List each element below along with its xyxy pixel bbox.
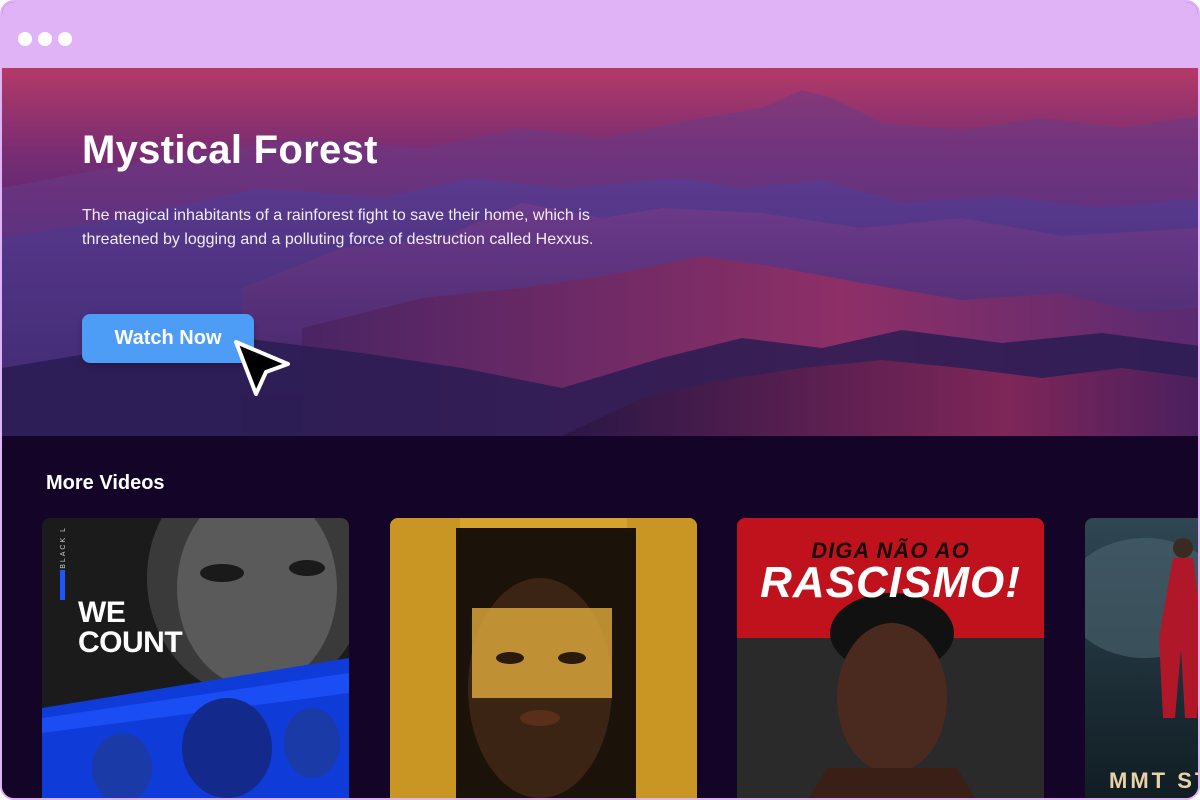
window-dot-icon[interactable] bbox=[58, 32, 72, 46]
video-card[interactable]: MMT STR bbox=[1085, 518, 1198, 798]
card-poster-title: RASCISMO! bbox=[760, 558, 1021, 607]
video-thumbnail-image bbox=[1085, 518, 1198, 798]
hero-description: The magical inhabitants of a rainforest … bbox=[82, 207, 594, 248]
window-dot-icon[interactable] bbox=[38, 32, 52, 46]
more-videos-section: More Videos BLACK L WE COUNT DIGA NÃO AO… bbox=[2, 436, 1198, 798]
window-dot-icon[interactable] bbox=[18, 32, 32, 46]
window-titlebar bbox=[2, 2, 1198, 68]
video-card[interactable]: BLACK L WE COUNT bbox=[42, 518, 349, 798]
hero-banner: Mystical Forest The magical inhabitants … bbox=[2, 68, 1198, 436]
card-side-text: BLACK L bbox=[60, 526, 67, 569]
watch-now-button[interactable]: Watch Now bbox=[82, 314, 254, 363]
video-card[interactable] bbox=[390, 518, 697, 798]
mouse-pointer-icon bbox=[234, 340, 290, 396]
video-thumbnail-image bbox=[390, 518, 697, 798]
hero-title: Mystical Forest bbox=[82, 128, 378, 172]
video-thumbnail-image bbox=[42, 518, 349, 798]
mountain-landscape-image bbox=[2, 90, 1198, 436]
section-heading: More Videos bbox=[46, 472, 165, 494]
card-poster-text: WE COUNT bbox=[78, 596, 183, 659]
video-card[interactable]: DIGA NÃO AO RASCISMO! bbox=[737, 518, 1044, 798]
browser-window: Mystical Forest The magical inhabitants … bbox=[0, 0, 1200, 800]
card-poster-text: MMT STR bbox=[1109, 768, 1198, 793]
